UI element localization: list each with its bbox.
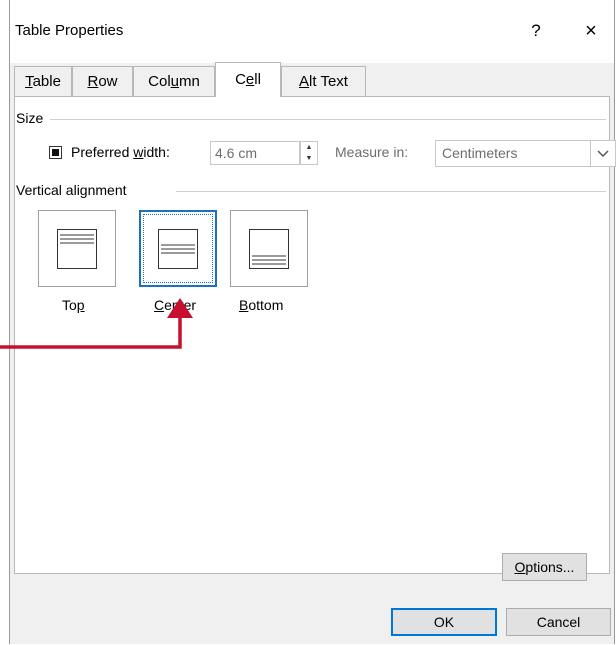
tab-column-label-post: mn bbox=[179, 73, 200, 90]
preferred-width-label-pre: Preferred bbox=[71, 144, 134, 160]
title-bar: Table Properties ? × bbox=[10, 0, 614, 63]
align-top-label-mnemonic: p bbox=[76, 297, 85, 313]
align-bottom-button[interactable] bbox=[230, 210, 308, 287]
tab-table-label-post: able bbox=[32, 73, 61, 90]
tab-cell-label-pre: C bbox=[235, 71, 246, 88]
align-bottom-label-post: ottom bbox=[248, 297, 284, 313]
align-center-icon bbox=[158, 229, 198, 269]
cell-tab-panel bbox=[14, 96, 610, 574]
table-properties-dialog: Table Properties ? × Table Row Column Ce… bbox=[9, 0, 616, 644]
chevron-down-icon[interactable] bbox=[590, 141, 615, 166]
measure-in-select[interactable]: Centimeters bbox=[435, 140, 616, 167]
align-top-button[interactable] bbox=[38, 210, 116, 287]
size-group-title: Size bbox=[16, 110, 50, 126]
dialog-title: Table Properties bbox=[15, 22, 124, 39]
align-top-icon bbox=[57, 229, 97, 269]
spin-down-icon[interactable]: ▼ bbox=[301, 153, 317, 164]
cancel-button[interactable]: Cancel bbox=[506, 608, 611, 636]
preferred-width-spinner[interactable]: ▲ ▼ bbox=[300, 141, 318, 165]
preferred-width-label-post: idth: bbox=[143, 144, 170, 160]
preferred-width-label: Preferred width: bbox=[71, 144, 170, 160]
tab-column[interactable]: Column bbox=[133, 66, 215, 96]
help-button[interactable]: ? bbox=[521, 19, 551, 43]
preferred-width-checkbox[interactable] bbox=[49, 146, 62, 159]
align-bottom-label: Bottom bbox=[239, 297, 283, 313]
tab-table[interactable]: Table bbox=[14, 66, 72, 96]
ok-button[interactable]: OK bbox=[391, 608, 497, 636]
tab-column-label-mnemonic: u bbox=[170, 73, 179, 90]
options-button-mnemonic: O bbox=[514, 559, 526, 575]
size-group-divider bbox=[50, 119, 606, 120]
align-bottom-icon bbox=[249, 229, 289, 269]
options-button-label: ptions... bbox=[525, 559, 575, 575]
align-bottom-label-mnemonic: B bbox=[239, 297, 249, 313]
tab-row[interactable]: Row bbox=[72, 66, 133, 96]
tab-row-label-post: ow bbox=[98, 73, 118, 90]
options-button[interactable]: Options... bbox=[502, 553, 587, 581]
vertical-alignment-group-divider bbox=[176, 191, 606, 192]
preferred-width-input[interactable]: 4.6 cm bbox=[210, 141, 300, 165]
align-center-label-mnemonic: C bbox=[154, 297, 165, 313]
align-top-label: Top bbox=[62, 297, 85, 313]
tab-cell-label-post: ll bbox=[254, 71, 261, 88]
tab-column-label-pre: Col bbox=[148, 73, 171, 90]
preferred-width-label-mnemonic: w bbox=[133, 144, 144, 160]
tab-alt-text-label-post: lt Text bbox=[309, 73, 348, 90]
align-center-label-post: enter bbox=[164, 297, 197, 313]
spin-up-icon[interactable]: ▲ bbox=[301, 142, 317, 153]
align-top-label-pre: To bbox=[62, 297, 77, 313]
tab-table-label-mnemonic: T bbox=[25, 73, 33, 90]
measure-in-value: Centimeters bbox=[442, 145, 518, 161]
measure-in-label: Measure in: bbox=[335, 144, 409, 160]
tab-alt-text[interactable]: Alt Text bbox=[281, 66, 366, 96]
align-center-button[interactable] bbox=[139, 210, 217, 287]
tab-cell[interactable]: Cell bbox=[215, 62, 281, 97]
tab-alt-text-label-mnemonic: A bbox=[299, 73, 310, 90]
vertical-alignment-group-title: Vertical alignment bbox=[16, 182, 133, 198]
tab-cell-label-mnemonic: e bbox=[245, 71, 255, 88]
close-button[interactable]: × bbox=[576, 16, 606, 46]
align-center-label: Center bbox=[154, 297, 196, 313]
tab-row-label-mnemonic: R bbox=[87, 73, 99, 90]
